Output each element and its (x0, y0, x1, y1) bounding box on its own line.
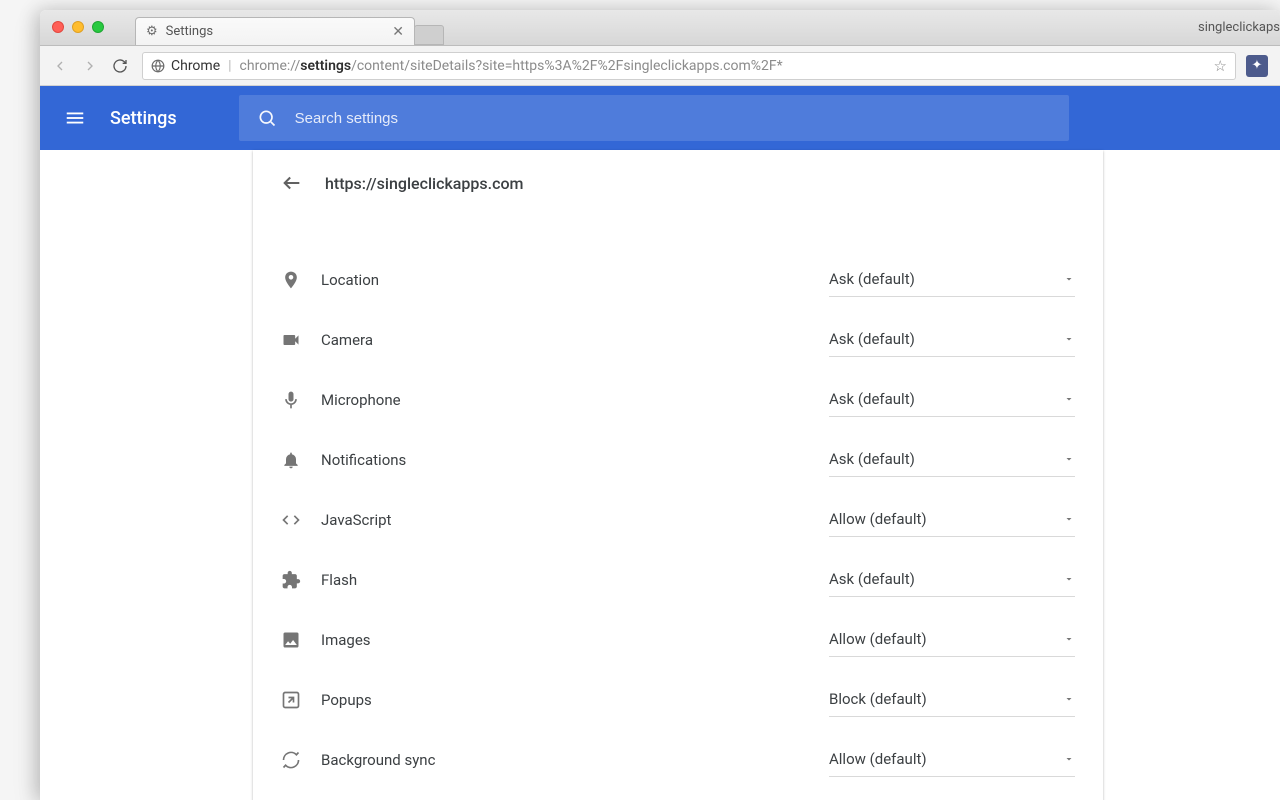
permission-value: Allow (default) (829, 510, 927, 528)
chevron-down-icon (1063, 273, 1075, 285)
settings-page: Settings https://singleclickapps.com Loc… (40, 86, 1280, 800)
new-tab-button[interactable] (414, 25, 444, 45)
permission-label: Location (321, 271, 379, 289)
forward-button (82, 58, 102, 74)
window-controls (52, 21, 104, 33)
search-icon (257, 108, 277, 128)
reload-button[interactable] (112, 58, 132, 74)
permission-value: Ask (default) (829, 270, 915, 288)
location-icon (281, 270, 321, 290)
chevron-down-icon (1063, 633, 1075, 645)
permission-select-flash[interactable]: Ask (default) (829, 564, 1075, 597)
permission-select-microphone[interactable]: Ask (default) (829, 384, 1075, 417)
camera-icon (281, 330, 321, 350)
permission-value: Block (default) (829, 690, 927, 708)
permission-select-javascript[interactable]: Allow (default) (829, 504, 1075, 537)
app-header: Settings (40, 86, 1280, 150)
permission-label: Background sync (321, 751, 435, 769)
chevron-down-icon (1063, 333, 1075, 345)
close-window-button[interactable] (52, 21, 64, 33)
background-sync-icon (281, 750, 321, 770)
permission-row-images: Images Allow (default) (281, 610, 1075, 670)
permission-value: Ask (default) (829, 450, 915, 468)
back-button (52, 58, 72, 74)
search-input[interactable] (295, 110, 1051, 127)
permission-row-popups: Popups Block (default) (281, 670, 1075, 730)
permission-row-microphone: Microphone Ask (default) (281, 370, 1075, 430)
chevron-down-icon (1063, 453, 1075, 465)
omnibox-divider: | (226, 58, 233, 74)
site-details-card: https://singleclickapps.com Location Ask … (253, 150, 1103, 800)
permission-label: Images (321, 631, 371, 649)
permission-row-background-sync: Background sync Allow (default) (281, 730, 1075, 790)
url-pre: chrome:// (240, 58, 301, 74)
scheme-label: Chrome (171, 58, 220, 74)
permission-value: Ask (default) (829, 390, 915, 408)
permission-label: JavaScript (321, 511, 391, 529)
permission-label: Camera (321, 331, 373, 349)
permission-label: Popups (321, 691, 372, 709)
chevron-down-icon (1063, 573, 1075, 585)
permissions-list: Location Ask (default) Camera Ask (default)… (253, 220, 1103, 790)
card-header: https://singleclickapps.com (253, 150, 1103, 220)
permission-row-notifications: Notifications Ask (default) (281, 430, 1075, 490)
popups-icon (281, 690, 321, 710)
bookmark-star-icon[interactable]: ☆ (1214, 57, 1227, 75)
permission-label: Microphone (321, 391, 401, 409)
permission-value: Allow (default) (829, 750, 927, 768)
permission-label: Flash (321, 571, 357, 589)
chevron-down-icon (1063, 513, 1075, 525)
site-url: https://singleclickapps.com (325, 174, 523, 193)
javascript-icon (281, 510, 321, 530)
site-identity-icon[interactable] (151, 59, 165, 73)
browser-tab-settings[interactable]: ⚙ Settings ✕ (135, 17, 415, 45)
permission-label: Notifications (321, 451, 406, 469)
url-host: settings (300, 58, 351, 74)
permission-select-location[interactable]: Ask (default) (829, 264, 1075, 297)
bookmark-bar-item[interactable]: singleclickaps (1198, 20, 1280, 35)
browser-toolbar: Chrome | chrome://settings/content/siteD… (40, 46, 1280, 86)
permission-select-popups[interactable]: Block (default) (829, 684, 1075, 717)
zoom-window-button[interactable] (92, 21, 104, 33)
extension-icon[interactable]: ✦ (1246, 55, 1268, 77)
os-titlebar: ⚙ Settings ✕ singleclickaps (40, 10, 1280, 46)
permission-select-background-sync[interactable]: Allow (default) (829, 744, 1075, 777)
tab-title: Settings (166, 24, 213, 39)
images-icon (281, 630, 321, 650)
browser-window: ⚙ Settings ✕ singleclickaps Chrome | chr… (40, 10, 1280, 800)
permission-value: Ask (default) (829, 570, 915, 588)
menu-icon[interactable] (64, 107, 86, 129)
back-arrow-icon[interactable] (281, 172, 303, 194)
permission-row-javascript: JavaScript Allow (default) (281, 490, 1075, 550)
chevron-down-icon (1063, 393, 1075, 405)
microphone-icon (281, 390, 321, 410)
url-post: /content/siteDetails?site=https%3A%2F%2F… (351, 58, 783, 74)
permission-value: Allow (default) (829, 630, 927, 648)
permission-select-images[interactable]: Allow (default) (829, 624, 1075, 657)
gear-icon: ⚙ (146, 24, 158, 39)
permission-row-camera: Camera Ask (default) (281, 310, 1075, 370)
app-title: Settings (110, 108, 177, 129)
permission-row-flash: Flash Ask (default) (281, 550, 1075, 610)
chevron-down-icon (1063, 693, 1075, 705)
address-bar[interactable]: Chrome | chrome://settings/content/siteD… (142, 52, 1236, 80)
permission-select-camera[interactable]: Ask (default) (829, 324, 1075, 357)
close-tab-icon[interactable]: ✕ (392, 24, 404, 40)
permission-row-location: Location Ask (default) (281, 250, 1075, 310)
permission-value: Ask (default) (829, 330, 915, 348)
chevron-down-icon (1063, 753, 1075, 765)
minimize-window-button[interactable] (72, 21, 84, 33)
notifications-icon (281, 450, 321, 470)
search-container (239, 95, 1069, 141)
permission-select-notifications[interactable]: Ask (default) (829, 444, 1075, 477)
flash-icon (281, 570, 321, 590)
